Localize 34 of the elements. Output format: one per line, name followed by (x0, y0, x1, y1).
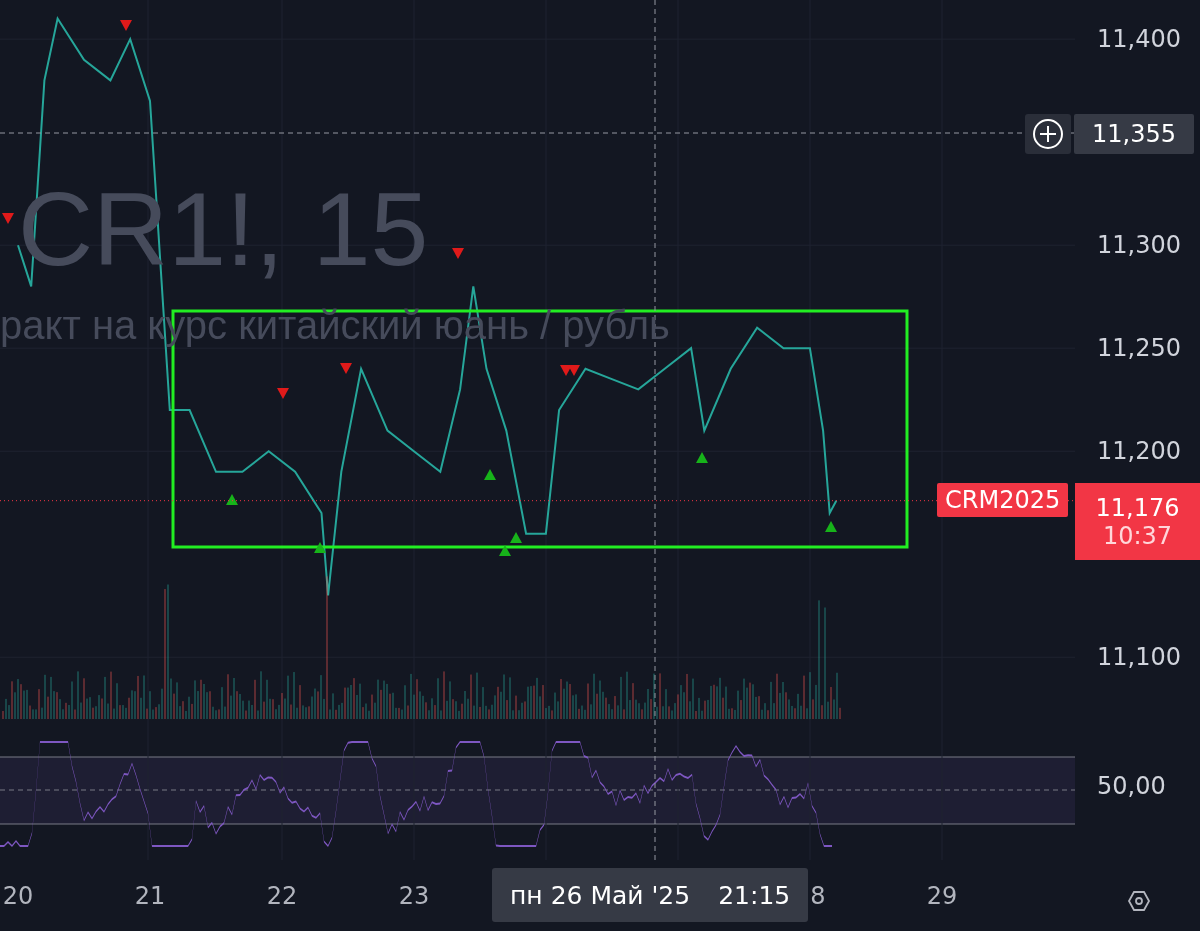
price-axis-label: 11,100 (1097, 643, 1181, 672)
symbol-label: CRM2025 (937, 483, 1069, 517)
price-axis-label: 11,200 (1097, 437, 1181, 466)
buy-signal-icon (696, 452, 708, 463)
buy-signal-icon (484, 469, 496, 480)
crosshair-time: 21:15 (718, 880, 791, 910)
sell-signal-icon (277, 388, 289, 399)
plus-icon (1031, 117, 1065, 151)
last-price: 11,176 (1095, 493, 1180, 522)
crosshair-date: пн 26 Май '25 (510, 880, 691, 910)
rsi-axis-label: 50,00 (1097, 772, 1166, 800)
countdown: 10:37 (1102, 521, 1173, 550)
sell-signal-icon (568, 365, 580, 376)
sell-signal-icon (2, 213, 14, 224)
time-axis-label: 8 (810, 882, 826, 910)
sell-signal-icon (452, 248, 464, 259)
buy-signal-icon (314, 542, 326, 553)
sell-signal-icon (340, 363, 352, 374)
time-axis-label: 23 (398, 882, 430, 910)
price-axis-label: 11,250 (1097, 334, 1181, 363)
buy-signal-icon (825, 521, 837, 532)
price-axis-label: 11,300 (1097, 231, 1181, 260)
time-axis-label: 20 (2, 882, 34, 910)
time-axis-label: 22 (266, 882, 298, 910)
settings-icon[interactable] (1127, 889, 1151, 913)
buy-signal-icon (499, 545, 511, 556)
time-axis-label: 21 (134, 882, 166, 910)
crosshair-price-label: 11,355 (1074, 114, 1194, 154)
price-axis-label: 11,400 (1097, 25, 1181, 54)
buy-signal-icon (226, 494, 238, 505)
sell-signal-icon (120, 20, 132, 31)
buy-signal-icon (510, 532, 522, 543)
add-button[interactable] (1025, 114, 1071, 154)
time-axis-label: 29 (926, 882, 958, 910)
